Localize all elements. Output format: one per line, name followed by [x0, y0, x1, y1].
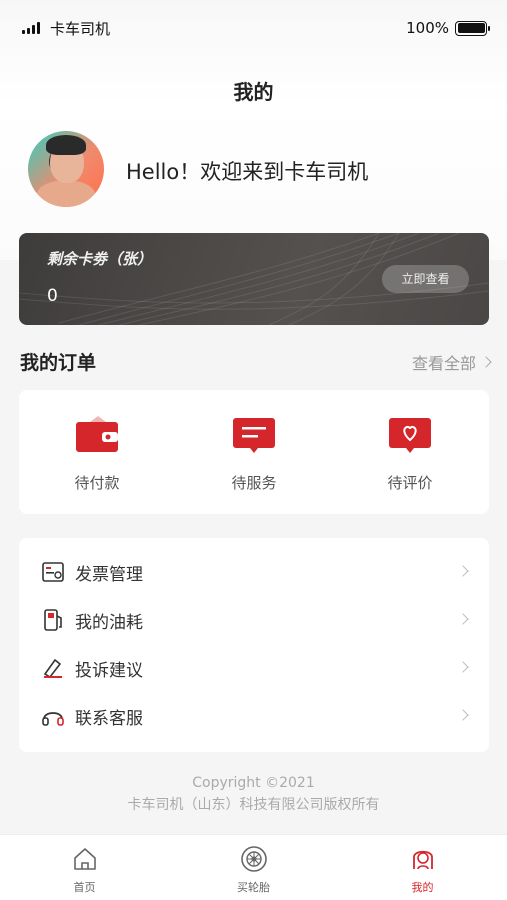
chevron-right-icon: [480, 356, 492, 368]
signal-icon: [22, 22, 40, 34]
headset-icon: [42, 712, 64, 726]
tab-buy-tires[interactable]: 买轮胎: [169, 835, 338, 900]
heart-message-icon: [389, 418, 431, 453]
tab-home[interactable]: 首页: [0, 835, 169, 900]
fuel-icon: [44, 609, 62, 631]
coupon-count: 0: [47, 286, 58, 306]
message-icon: [233, 418, 275, 453]
coupon-title: 剩余卡劵（张）: [47, 250, 153, 268]
user-icon: [413, 850, 433, 870]
view-coupons-button[interactable]: 立即查看: [382, 265, 469, 293]
menu-card: 发票管理 我的油耗 投诉建议 联系客服: [19, 538, 489, 752]
order-pending-review[interactable]: 待评价: [332, 390, 488, 514]
tire-icon: [241, 846, 267, 872]
chevron-right-icon: [457, 613, 469, 625]
orders-card: 待付款 待服务 待评价: [19, 390, 489, 514]
chevron-right-icon: [457, 565, 469, 577]
home-icon: [74, 848, 96, 870]
battery-percent: 100%: [406, 19, 449, 37]
menu-label: 联系客服: [75, 709, 143, 729]
wallet-icon: [76, 416, 118, 452]
menu-item-support[interactable]: 联系客服: [19, 692, 489, 740]
order-label: 待付款: [74, 474, 120, 492]
feedback-icon: [43, 658, 62, 679]
orders-title: 我的订单: [20, 352, 97, 374]
menu-item-fuel[interactable]: 我的油耗: [19, 596, 489, 644]
orders-header: 我的订单 查看全部: [20, 348, 492, 374]
company-line: 卡车司机（山东）科技有限公司版权所有: [127, 797, 380, 813]
order-label: 待评价: [387, 474, 433, 492]
menu-item-feedback[interactable]: 投诉建议: [19, 644, 489, 692]
battery-icon: [455, 20, 490, 36]
tab-label: 买轮胎: [237, 881, 270, 894]
status-bar: 卡车司机 100%: [0, 0, 507, 56]
greeting-text: Hello！欢迎来到卡车司机: [126, 160, 369, 184]
bottom-tab-bar: 首页 买轮胎 我的: [0, 834, 507, 900]
menu-item-invoice[interactable]: 发票管理: [19, 548, 489, 596]
order-label: 待服务: [231, 474, 277, 492]
menu-label: 我的油耗: [75, 613, 143, 633]
invoice-icon: [42, 562, 64, 582]
copyright-footer: Copyright ©2021 卡车司机（山东）科技有限公司版权所有: [0, 772, 507, 816]
order-pending-service[interactable]: 待服务: [176, 390, 332, 514]
tab-label: 首页: [73, 881, 96, 894]
view-all-label: 查看全部: [411, 354, 476, 373]
chevron-right-icon: [457, 709, 469, 721]
avatar[interactable]: [28, 131, 104, 207]
menu-label: 投诉建议: [75, 661, 143, 681]
order-pending-payment[interactable]: 待付款: [19, 390, 175, 514]
carrier-name: 卡车司机: [50, 19, 111, 38]
copyright-line: Copyright ©2021: [192, 775, 315, 791]
menu-label: 发票管理: [75, 565, 143, 585]
chevron-right-icon: [457, 661, 469, 673]
tab-mine[interactable]: 我的: [338, 835, 507, 900]
page-title: 我的: [233, 80, 274, 104]
coupon-card: 剩余卡劵（张） 0 立即查看: [19, 233, 489, 325]
tab-label: 我的: [411, 881, 434, 894]
view-all-orders-link[interactable]: 查看全部: [411, 350, 492, 374]
